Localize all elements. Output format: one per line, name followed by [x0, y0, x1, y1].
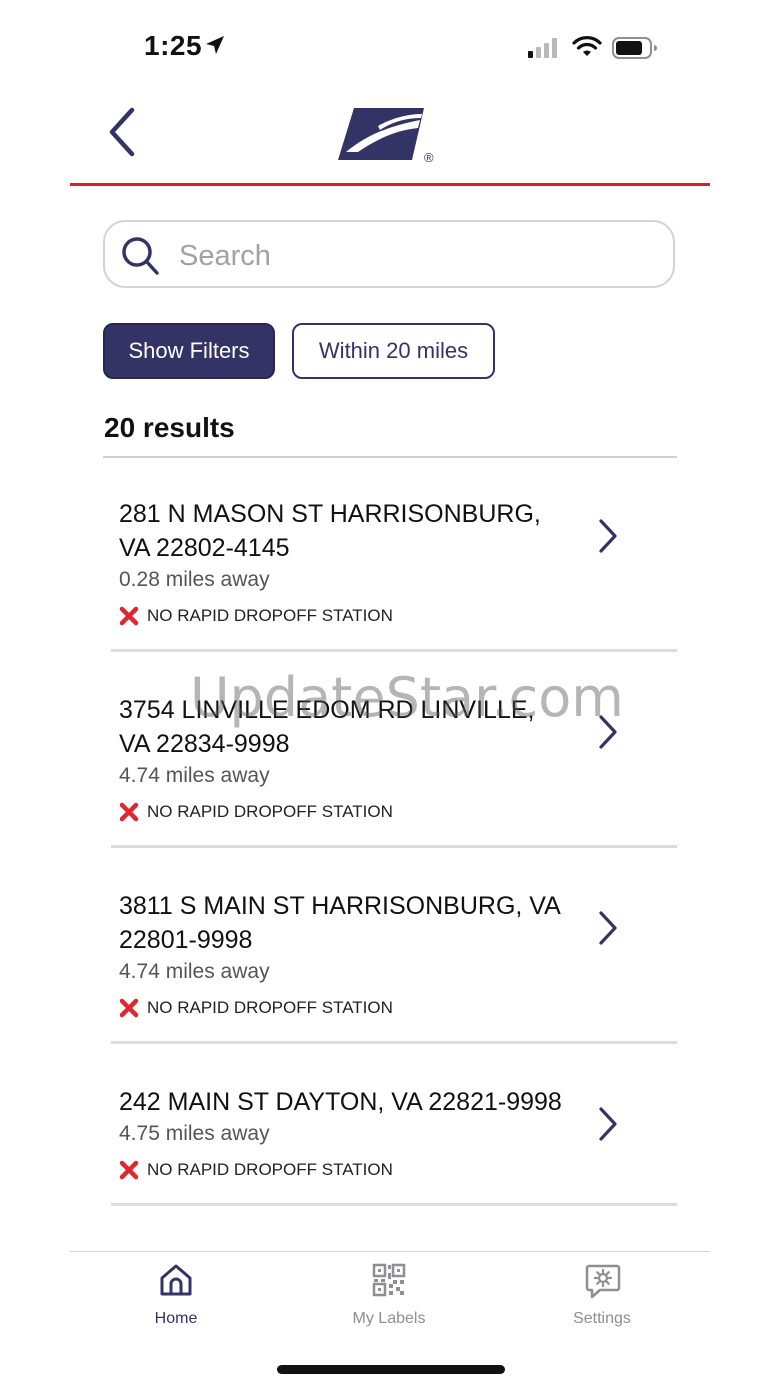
back-chevron-icon[interactable]: [102, 106, 142, 158]
chevron-right-icon: [599, 911, 617, 945]
list-item[interactable]: 281 N MASON ST HARRISONBURG, VA 22802-41…: [111, 458, 677, 652]
radius-filter-label: Within 20 miles: [318, 338, 469, 363]
item-address-line1: 3754 LINVILLE EDOM RD LINVILLE,: [119, 696, 535, 724]
tab-settings-label: Settings: [573, 1310, 631, 1327]
screen: 1:25 ® Search Show Filters Within 20 mil…: [0, 0, 780, 1387]
item-distance: 4.75 miles away: [119, 1122, 270, 1145]
item-address: 281 N MASON ST HARRISONBURG, VA 22802-41…: [119, 497, 589, 565]
x-mark-icon: [119, 606, 139, 626]
x-mark-icon: [119, 802, 139, 822]
usps-eagle-logo: ®: [338, 108, 434, 165]
item-status-label: NO RAPID DROPOFF STATION: [147, 1160, 393, 1179]
search-icon: [122, 237, 159, 275]
item-status: NO RAPID DROPOFF STATION: [119, 802, 393, 822]
wifi-icon: [572, 36, 602, 56]
battery-icon: [612, 37, 657, 59]
app-window: 1:25 ® Search Show Filters Within 20 mil…: [70, 0, 710, 1387]
tab-my-labels[interactable]: My Labels: [314, 1262, 464, 1332]
search-input[interactable]: [177, 232, 661, 280]
item-status-label: NO RAPID DROPOFF STATION: [147, 802, 393, 821]
item-address-line2: VA 22802-4145: [119, 534, 290, 562]
location-arrow-icon: [206, 36, 224, 54]
list-item[interactable]: 242 MAIN ST DAYTON, VA 22821-9998 4.75 m…: [111, 1044, 677, 1206]
item-status: NO RAPID DROPOFF STATION: [119, 998, 393, 1018]
item-status-label: NO RAPID DROPOFF STATION: [147, 998, 393, 1017]
qr-code-icon: [372, 1263, 406, 1297]
tab-my-labels-label: My Labels: [352, 1310, 426, 1327]
tab-settings[interactable]: Settings: [527, 1262, 677, 1332]
list-item[interactable]: 3811 S MAIN ST HARRISONBURG, VA 22801-99…: [111, 848, 677, 1044]
tab-bar-divider: [70, 1251, 710, 1252]
item-address-line1: 3811 S MAIN ST HARRISONBURG, VA: [119, 892, 561, 920]
item-status: NO RAPID DROPOFF STATION: [119, 1160, 393, 1180]
chevron-right-icon: [599, 1107, 617, 1141]
item-divider: [111, 1203, 677, 1206]
item-address-line1: 281 N MASON ST HARRISONBURG,: [119, 500, 541, 528]
app-header: ®: [70, 92, 710, 184]
header-divider: [70, 183, 710, 186]
home-indicator: [277, 1365, 505, 1374]
home-icon: [160, 1264, 192, 1296]
tab-home[interactable]: Home: [101, 1262, 251, 1332]
chevron-right-icon: [599, 715, 617, 749]
registered-mark: ®: [424, 150, 434, 165]
status-time: 1:25: [144, 30, 203, 61]
item-address: 242 MAIN ST DAYTON, VA 22821-9998: [119, 1085, 599, 1119]
settings-chat-gear-icon: [585, 1264, 621, 1299]
item-distance: 4.74 miles away: [119, 764, 270, 787]
list-item[interactable]: 3754 LINVILLE EDOM RD LINVILLE, VA 22834…: [111, 652, 677, 848]
results-count: 20 results: [104, 412, 235, 443]
item-address: 3754 LINVILLE EDOM RD LINVILLE, VA 22834…: [119, 693, 589, 761]
item-distance: 0.28 miles away: [119, 568, 270, 591]
search-box[interactable]: [103, 220, 675, 288]
show-filters-label: Show Filters: [128, 338, 250, 363]
x-mark-icon: [119, 1160, 139, 1180]
status-bar: 1:25: [70, 0, 710, 92]
cellular-signal-icon: [528, 38, 557, 58]
radius-filter-button[interactable]: Within 20 miles: [292, 323, 495, 379]
chevron-right-icon: [599, 519, 617, 553]
item-distance: 4.74 miles away: [119, 960, 270, 983]
item-address-line1: 242 MAIN ST DAYTON, VA 22821-9998: [119, 1088, 562, 1116]
item-status: NO RAPID DROPOFF STATION: [119, 606, 393, 626]
item-status-label: NO RAPID DROPOFF STATION: [147, 606, 393, 625]
item-address-line2: 22801-9998: [119, 926, 253, 954]
item-address-line2: VA 22834-9998: [119, 730, 290, 758]
show-filters-button[interactable]: Show Filters: [103, 323, 275, 379]
x-mark-icon: [119, 998, 139, 1018]
tab-home-label: Home: [154, 1310, 198, 1327]
item-address: 3811 S MAIN ST HARRISONBURG, VA 22801-99…: [119, 889, 599, 957]
